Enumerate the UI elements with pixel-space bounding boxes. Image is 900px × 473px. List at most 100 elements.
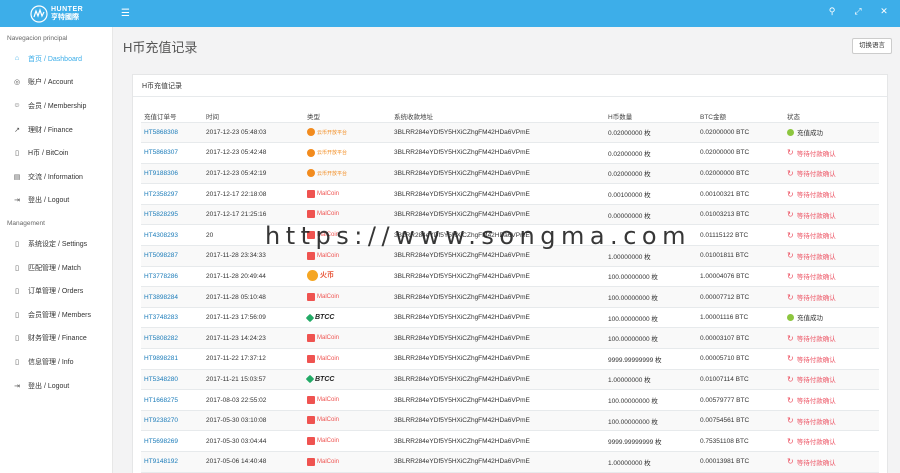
address-cell: 3BLRR284eYDf5Y5HXiCZhgFM42HDa6VPmE [391, 286, 605, 308]
order-id-link[interactable]: HT9188306 [144, 170, 178, 177]
malcoin-logo: MalCoin [307, 456, 339, 467]
sidebar-item-label: 系统设定 / Settings [28, 240, 88, 248]
refresh-icon: ↻ [787, 333, 794, 343]
order-id-link[interactable]: HT5868307 [144, 149, 178, 156]
status-label: 充值成功 [797, 130, 823, 138]
sidebar-item-main-0[interactable]: ⌂ 首页 / Dashboard [0, 47, 112, 71]
time-cell: 2017-12-17 21:25:16 [203, 204, 304, 226]
yunbi-logo: 云币开放平台 [307, 127, 347, 138]
order-id-link[interactable]: HT9898281 [144, 355, 178, 362]
status-label: 等待付款确认 [796, 192, 836, 200]
chart-icon: ↗ [14, 126, 20, 134]
file-icon: ▯ [15, 311, 19, 319]
yunbi-icon [307, 148, 315, 157]
quantity-cell: 9999.99999999 枚 [605, 348, 697, 370]
sidebar-item-mgmt-3[interactable]: ▯ 会员管理 / Members [0, 303, 112, 327]
order-id-link[interactable]: HT9238270 [144, 417, 178, 424]
type-label: 云币开放平台 [317, 150, 348, 157]
menu-toggle-icon[interactable]: ☰ [121, 8, 130, 19]
sidebar-item-main-4[interactable]: ▯ H币 / BitCoin [0, 141, 112, 165]
table-row: HT9238270 2017-05-30 03:10:08 MalCoin 3BLRR… [141, 410, 879, 432]
close-icon[interactable]: ✕ [878, 6, 890, 17]
book-icon: ▤ [13, 173, 21, 181]
order-id-link[interactable]: HT5698269 [144, 438, 178, 445]
btcc-logo: BTCC [305, 312, 334, 323]
coins-icon: ◎ [13, 79, 21, 87]
order-id-link[interactable]: HT5098287 [144, 252, 178, 259]
time-cell: 2017-05-06 14:40:48 [203, 451, 304, 473]
type-label: 云币开放平台 [317, 129, 348, 136]
sidebar-item-mgmt-4[interactable]: ▯ 财务管理 / Finance [0, 327, 112, 351]
type-label: MalCoin [317, 293, 340, 300]
order-id-link[interactable]: HT3748283 [144, 314, 178, 321]
malcoin-icon [307, 395, 315, 404]
status-label: 等待付款确认 [796, 418, 836, 426]
address-cell: 3BLRR284eYDf5Y5HXiCZhgFM42HDa6VPmE [391, 451, 605, 473]
expand-icon[interactable]: ⤢ [852, 6, 864, 17]
column-header[interactable]: 时间 [203, 110, 304, 123]
sidebar-item-label: 登出 / Logout [28, 382, 70, 390]
refresh-icon: ↻ [787, 189, 794, 199]
malcoin-logo: MalCoin [307, 353, 339, 364]
type-label: 火币 [320, 272, 334, 280]
brand-logo[interactable]: HUNTER 亨特國際 [0, 0, 113, 27]
column-header[interactable]: H币数量 [605, 110, 697, 123]
sidebar-item-mgmt-0[interactable]: ▯ 系统设定 / Settings [0, 232, 112, 256]
btcc-icon [305, 313, 315, 322]
logout-icon: ⇥ [14, 197, 20, 205]
time-cell: 2017-05-30 03:10:08 [203, 410, 304, 432]
sidebar-item-main-2[interactable]: ☺ 会员 / Membership [0, 94, 112, 118]
column-header[interactable]: 类型 [304, 110, 391, 123]
status-badge: 充值成功 [787, 127, 823, 137]
table-row: HT3748283 2017-11-23 17:56:09 BTCC 3BLRR284… [141, 307, 879, 329]
quantity-cell: 9999.99999999 枚 [605, 430, 697, 452]
order-id-link[interactable]: HT3778286 [144, 273, 178, 280]
quantity-cell [605, 224, 697, 247]
status-badge: ↻ 等待付款确认 [787, 292, 836, 303]
sidebar-item-mgmt-6[interactable]: ⇥ 登出 / Logout [0, 374, 112, 398]
order-id-link[interactable]: HT4308293 [144, 232, 178, 239]
order-id-link[interactable]: HT5868308 [144, 129, 178, 136]
order-id-link[interactable]: HT5828295 [144, 211, 178, 218]
order-id-link[interactable]: HT1668275 [144, 397, 178, 404]
order-id-link[interactable]: HT5348280 [144, 376, 178, 383]
order-id-link[interactable]: HT9148192 [144, 458, 178, 465]
quantity-cell: 0.02000000 枚 [605, 163, 697, 185]
column-header[interactable]: 充值订单号 [141, 110, 203, 123]
btc-amount-cell: 0.02000000 BTC [697, 122, 784, 144]
switch-language-button[interactable]: 切换语言 [852, 38, 892, 54]
address-cell: 3BLRR284eYDf5Y5HXiCZhgFM42HDa6VPmE [391, 163, 605, 185]
status-label: 等待付款确认 [796, 295, 836, 303]
recharge-records-table: 充值订单号 时间 类型 系统收款地址 H币数量 BTC金额 状态 HT5868308 2017… [141, 110, 879, 473]
address-cell: 3BLRR284eYDf5Y5HXiCZhgFM42HDa6VPmE [391, 122, 605, 144]
sidebar-item-main-5[interactable]: ▤ 交流 / Information [0, 165, 112, 189]
yunbi-logo: 云币开放平台 [307, 168, 347, 179]
sidebar-item-mgmt-2[interactable]: ▯ 订单管理 / Orders [0, 279, 112, 303]
status-label: 等待付款确认 [796, 356, 836, 364]
refresh-icon: ↻ [787, 148, 794, 158]
order-id-link[interactable]: HT5808282 [144, 335, 178, 342]
address-cell: 3BLRR284eYDf5Y5HXiCZhgFM42HDa6VPmE [391, 389, 605, 411]
table-row: HT9148192 2017-05-06 14:40:48 MalCoin 3BLRR… [141, 451, 879, 473]
order-id-link[interactable]: HT3898284 [144, 294, 178, 301]
malcoin-icon [307, 436, 315, 445]
status-badge: ↻ 等待付款确认 [787, 374, 836, 385]
btc-amount-cell: 0.01115122 BTC [697, 224, 784, 247]
table-row: HT5868308 2017-12-23 05:48:03 云币开放平台 3BLRR2… [141, 122, 879, 144]
sidebar-item-main-1[interactable]: ◎ 账户 / Account [0, 71, 112, 95]
order-id-link[interactable]: HT2358297 [144, 191, 178, 198]
sidebar-item-main-6[interactable]: ⇥ 登出 / Logout [0, 189, 112, 213]
type-label: BTCC [315, 375, 335, 383]
column-header[interactable]: 系统收款地址 [391, 110, 605, 123]
table-row: HT3898284 2017-11-28 05:10:48 MalCoin 3BLRR… [141, 286, 879, 308]
sidebar-item-mgmt-5[interactable]: ▯ 信息管理 / Info [0, 350, 112, 374]
status-label: 等待付款确认 [796, 439, 836, 447]
sidebar-item-main-3[interactable]: ↗ 理财 / Finance [0, 118, 112, 142]
sidebar-item-label: H币 / BitCoin [28, 150, 69, 158]
top-navbar: HUNTER 亨特國際 ☰ ⚲ ⤢ ✕ [0, 0, 900, 27]
status-badge: ↻ 等待付款确认 [787, 457, 836, 467]
sidebar-item-mgmt-1[interactable]: ▯ 匹配管理 / Match [0, 256, 112, 280]
search-icon[interactable]: ⚲ [826, 6, 838, 17]
column-header[interactable]: BTC金额 [697, 110, 784, 123]
column-header[interactable]: 状态 [784, 110, 879, 123]
